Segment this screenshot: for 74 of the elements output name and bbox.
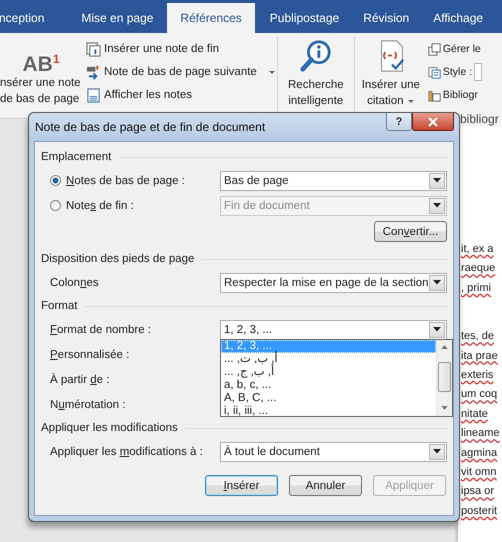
document-text: it, ex a: [460, 242, 494, 257]
document-text: tes, de: [460, 329, 496, 344]
magnifier-info-icon: [298, 39, 333, 73]
caret-icon: [406, 98, 415, 104]
insert-citation-button[interactable]: Insérer une citation: [356, 37, 426, 109]
ribbon-tab[interactable]: Références: [167, 3, 255, 33]
dropdown-arrow-icon: [433, 449, 441, 454]
document-text: exteris: [460, 368, 494, 384]
scroll-thumb[interactable]: [438, 362, 451, 392]
section-title: Format: [41, 300, 78, 312]
list-option[interactable]: i, ii, iii, ...: [221, 404, 436, 416]
ribbon-command[interactable]: Note de bas de page suivante: [86, 63, 276, 81]
section-title: Appliquer les modifications: [41, 422, 178, 434]
dropdown[interactable]: Bas de page: [220, 170, 447, 190]
ribbon-command[interactable]: Style :: [428, 63, 482, 81]
document-text: ipsa or: [460, 484, 496, 500]
smart-lookup-button[interactable]: Recherche intelligente: [278, 37, 353, 109]
next-footnote-icon: [86, 64, 101, 80]
dropdown[interactable]: À tout le document: [220, 442, 447, 462]
ribbon-command[interactable]: Afficher les notes: [86, 86, 276, 104]
group-label: bibliogr: [458, 112, 502, 126]
dialog-button[interactable]: Annuler: [289, 475, 362, 496]
close-icon: [428, 116, 438, 126]
ribbon-command[interactable]: Gérer le: [428, 40, 482, 58]
document-text: , primi: [460, 280, 492, 296]
caret-icon[interactable]: [268, 70, 276, 74]
document-text: lineame: [460, 426, 501, 442]
document-text: nitate: [460, 406, 489, 422]
document-icon: [428, 66, 441, 78]
dropdown-arrow-icon: [433, 280, 441, 285]
close-button[interactable]: [412, 113, 454, 131]
dropdown-arrow-icon: [433, 178, 441, 183]
insert-footnote-button[interactable]: AB$^{1}$ nsérer une note de bas de page: [0, 37, 82, 107]
scroll-down-icon[interactable]: [441, 406, 448, 410]
dropdown-arrow-icon: [433, 327, 441, 332]
convert-button[interactable]: Convertir...: [374, 221, 447, 242]
dropdown-arrow-icon: [433, 203, 441, 208]
document-text: um coq: [460, 387, 498, 402]
list-option[interactable]: أ, ب, ج, ...: [221, 366, 436, 378]
section-title: Emplacement: [41, 151, 112, 163]
document-text: raeque: [460, 261, 496, 276]
document-text: ita prae: [460, 348, 499, 364]
field-label: À partir de :: [50, 374, 110, 386]
help-button[interactable]: ?: [386, 113, 412, 131]
field-label: Appliquer les modifications à :: [50, 446, 204, 458]
field-label: Format de nombre :: [50, 324, 152, 336]
radio-button[interactable]: Notes de bas de page :: [50, 174, 220, 186]
ribbon-command[interactable]: Bibliogr: [428, 86, 482, 104]
field-label: Numérotation :: [50, 398, 126, 410]
field-label: Personnalisée :: [50, 348, 130, 360]
window-title: Note de bas de page et de fin de document: [35, 120, 266, 134]
ribbon-command[interactable]: Insérer une note de fin: [86, 40, 276, 58]
ribbon-tab[interactable]: Publipostage: [258, 3, 352, 33]
scrollbar[interactable]: [436, 340, 452, 416]
ribbon-tab[interactable]: Révision: [351, 3, 422, 33]
list-option[interactable]: A, B, C, ...: [221, 392, 436, 404]
endnote-icon: [86, 42, 101, 56]
documents-icon: [428, 42, 441, 56]
document-text: vit omn: [460, 465, 498, 480]
ribbon-tab[interactable]: Affichage: [421, 3, 496, 33]
show-notes-icon: [86, 88, 101, 102]
dropdown[interactable]: Respecter la mise en page de la section: [220, 272, 447, 292]
ribbon-tab[interactable]: Mise en page: [69, 3, 166, 33]
scroll-up-icon[interactable]: [441, 344, 448, 348]
dialog-button[interactable]: Insérer: [205, 475, 278, 496]
document-text: agmina: [460, 446, 498, 461]
style-field[interactable]: [474, 63, 482, 81]
section-title: Disposition des pieds de page: [41, 253, 194, 265]
footnote-icon: AB$^{1}$: [22, 37, 60, 75]
books-icon: [428, 88, 441, 102]
ribbon-tab[interactable]: nception: [0, 3, 56, 33]
field-label: Colonnes: [50, 276, 100, 288]
document-text: posterit: [460, 504, 498, 519]
list-option[interactable]: a, b, c, ...: [221, 378, 436, 392]
